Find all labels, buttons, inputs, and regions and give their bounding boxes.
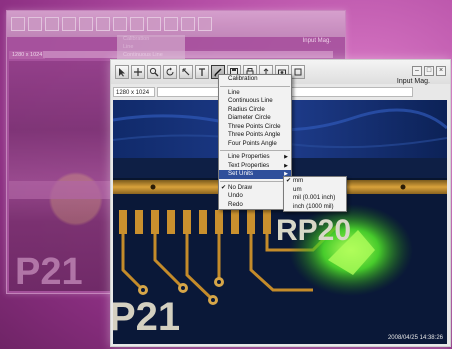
menu-separator: [220, 180, 290, 182]
units-item-mil[interactable]: mil (0.001 inch): [284, 194, 346, 203]
menu-separator: [220, 85, 290, 87]
background-tool-icon: [62, 17, 76, 31]
zoom-icon[interactable]: [147, 65, 161, 79]
background-tool-icon: [147, 17, 161, 31]
menu-item-redo[interactable]: Redo: [219, 201, 291, 210]
menu-item-label: Text Properties: [228, 161, 270, 169]
submenu-arrow-icon: ▶: [284, 162, 288, 169]
close-icon[interactable]: ×: [436, 66, 446, 76]
background-tool-icon: [164, 17, 178, 31]
menu-item-label: Set Units: [228, 170, 254, 177]
background-toolbar: [7, 11, 345, 37]
menu-item-continuous-line[interactable]: Continuous Line: [219, 97, 291, 106]
units-item-label: mm: [293, 177, 304, 184]
menu-item-label: No Draw: [228, 183, 253, 191]
units-submenu: ✔ mm um mil (0.001 inch) inch (1000 mil): [283, 176, 347, 212]
menu-item-set-units[interactable]: Set Units ▶: [219, 170, 291, 179]
measure-menu: Calibration Line Continuous Line Radius …: [218, 74, 292, 210]
background-image-text: P21: [15, 251, 83, 293]
background-tool-icon: [198, 17, 212, 31]
check-icon: ✔: [221, 184, 227, 191]
background-menu-item: Calibration: [123, 36, 150, 42]
menu-item-three-points-angle[interactable]: Three Points Angle: [219, 131, 291, 140]
settings-icon[interactable]: [291, 65, 305, 79]
background-tool-icon: [79, 17, 93, 31]
timestamp: 2008/04/25 14:38:26: [387, 335, 443, 341]
background-input-mag-label: Input Mag.: [302, 38, 331, 44]
units-item-mm[interactable]: ✔ mm: [284, 177, 346, 186]
background-tool-icon: [181, 17, 195, 31]
minimize-icon[interactable]: –: [412, 66, 422, 76]
image-text-p21: P21: [113, 295, 180, 339]
rotate-icon[interactable]: [163, 65, 177, 79]
background-tool-icon: [113, 17, 127, 31]
pan-icon[interactable]: [131, 65, 145, 79]
background-tool-icon: [130, 17, 144, 31]
text-icon[interactable]: [195, 65, 209, 79]
resolution-label: 1280 x 1024: [113, 87, 155, 97]
background-tool-icon: [11, 17, 25, 31]
menu-item-radius-circle[interactable]: Radius Circle: [219, 106, 291, 115]
check-icon: ✔: [286, 178, 292, 184]
menu-item-three-points-circle[interactable]: Three Points Circle: [219, 123, 291, 132]
submenu-arrow-icon: ▶: [284, 154, 288, 160]
background-resolution-field: [43, 51, 333, 58]
menu-item-calibration[interactable]: Calibration: [219, 75, 291, 84]
menu-item-no-draw[interactable]: ✔ No Draw: [219, 184, 291, 193]
arrow-icon[interactable]: [115, 65, 129, 79]
input-mag-label: Input Mag.: [396, 78, 430, 85]
menu-separator: [220, 150, 290, 151]
units-item-um[interactable]: um: [284, 186, 346, 195]
background-menu-item: Line: [123, 44, 134, 50]
maximize-icon[interactable]: □: [424, 66, 434, 76]
background-resolution-label: 1280 x 1024: [9, 51, 46, 59]
background-tool-icon: [96, 17, 110, 31]
menu-item-four-points-angle[interactable]: Four Points Angle: [219, 140, 291, 149]
menu-item-undo[interactable]: Undo: [219, 192, 291, 201]
image-text-rp20: RP20: [276, 214, 351, 247]
menu-item-line-properties[interactable]: Line Properties ▶: [219, 153, 291, 162]
menu-item-label: Line Properties: [228, 153, 270, 160]
select-icon[interactable]: [179, 65, 193, 79]
menu-item-line[interactable]: Line: [219, 89, 291, 98]
background-menu-item: Continuous Line: [123, 52, 163, 58]
menu-item-text-properties[interactable]: Text Properties ▶: [219, 162, 291, 171]
window-controls: – □ ×: [412, 66, 446, 76]
background-tool-icon: [28, 17, 42, 31]
background-tool-icon: [45, 17, 59, 31]
menu-item-diameter-circle[interactable]: Diameter Circle: [219, 114, 291, 123]
units-item-inch[interactable]: inch (1000 mil): [284, 203, 346, 212]
